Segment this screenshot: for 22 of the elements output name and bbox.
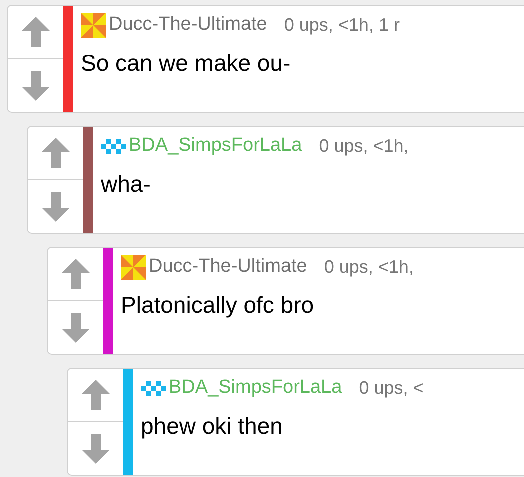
comment-text: So can we make ou- (81, 49, 292, 78)
down-arrow-icon (62, 312, 90, 342)
avatar-icon (141, 380, 166, 396)
comment-meta: 0 ups, <1h, 1 r (284, 14, 400, 37)
up-arrow-icon (42, 138, 70, 168)
down-arrow-icon (22, 70, 50, 100)
avatar-icon (121, 254, 146, 280)
comment-meta: 0 ups, < (359, 376, 424, 400)
down-arrow-icon (42, 192, 70, 222)
comment-meta: 0 ups, <1h, (319, 134, 409, 158)
down-arrow-icon (82, 434, 110, 464)
comment-meta: 0 ups, <1h, (324, 256, 414, 279)
up-arrow-icon (82, 380, 110, 410)
avatar-icon (101, 138, 126, 154)
author-link[interactable]: Ducc-The-Ultimate (109, 10, 268, 40)
up-arrow-icon (62, 259, 90, 289)
comment-text: Platonically ofc bro (121, 291, 316, 320)
avatar-icon (81, 12, 106, 38)
comment-text: phew oki then (141, 412, 284, 441)
comment-text: wha- (101, 170, 152, 199)
up-arrow-icon (22, 17, 50, 47)
author-link[interactable]: Ducc-The-Ultimate (149, 252, 308, 282)
